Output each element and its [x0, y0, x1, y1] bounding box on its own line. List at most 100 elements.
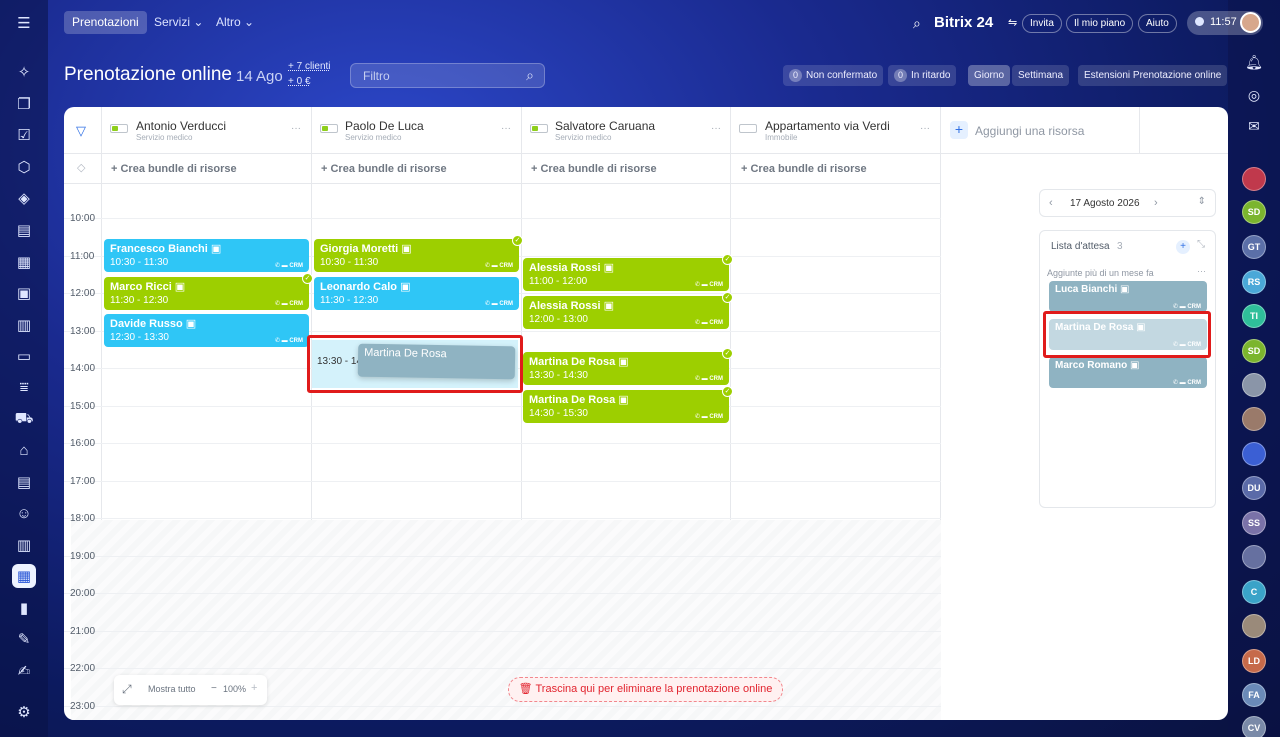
booking-calendar-icon[interactable]: ▦	[12, 564, 36, 588]
tasks-icon[interactable]: ☑	[12, 123, 36, 147]
delete-drop-zone[interactable]: 🗑︎ Trascina qui per eliminare la prenota…	[508, 677, 783, 702]
resource-name[interactable]: Appartamento via Verdi	[765, 119, 890, 133]
crm-icon[interactable]: ✆ ▬ CRM	[485, 300, 513, 307]
filter-funnel-icon[interactable]: ▽	[76, 123, 86, 139]
bell-icon[interactable]: 🔔︎	[1243, 51, 1265, 73]
create-bundle-button[interactable]: + Crea bundle di risorse	[111, 163, 237, 175]
filter-funnel-icon[interactable]: ⩸	[12, 375, 36, 399]
settings-sliders-icon[interactable]: ⇋	[1008, 16, 1017, 29]
more-icon[interactable]: ···	[920, 123, 930, 134]
help-button[interactable]: Aiuto	[1138, 14, 1177, 33]
avatar[interactable]	[1242, 442, 1266, 466]
avatar[interactable]	[1242, 373, 1266, 397]
booking-card[interactable]: Martina De Rosa ▣ 13:30 - 14:30 ✆ ▬ CRM	[523, 352, 729, 385]
crm-icon[interactable]: ⬡	[12, 155, 36, 179]
avatar[interactable]: SD	[1242, 200, 1266, 224]
more-icon[interactable]: ···	[291, 123, 301, 134]
resource-name[interactable]: Antonio Verducci	[136, 119, 226, 133]
robot-icon[interactable]: ☺	[12, 501, 36, 525]
expand-calendar-icon[interactable]: ⇕	[1198, 196, 1206, 207]
create-bundle-button[interactable]: + Crea bundle di risorse	[531, 163, 657, 175]
library-icon[interactable]: ▥	[12, 533, 36, 557]
booking-card[interactable]: Alessia Rossi ▣ 11:00 - 12:00 ✆ ▬ CRM	[523, 258, 729, 291]
avatar[interactable]: C	[1242, 580, 1266, 604]
create-bundle-button[interactable]: + Crea bundle di risorse	[741, 163, 867, 175]
file-icon[interactable]: ▥	[12, 313, 36, 337]
more-icon[interactable]: ···	[711, 123, 721, 134]
nav-altro[interactable]: Altro ⌄	[216, 11, 254, 34]
user-avatar[interactable]	[1240, 12, 1261, 33]
avatar[interactable]: FA	[1242, 683, 1266, 707]
avatar[interactable]: SS	[1242, 511, 1266, 535]
chat-icon[interactable]: ❐	[12, 92, 36, 116]
view-day-button[interactable]: Giorno	[968, 65, 1011, 86]
prev-day-icon[interactable]: ‹	[1049, 197, 1053, 209]
crm-icon[interactable]: ✆ ▬ CRM	[275, 300, 303, 307]
more-icon[interactable]: ···	[501, 123, 511, 134]
documents-icon[interactable]: ▤	[12, 218, 36, 242]
booking-card[interactable]: Giorgia Moretti ▣ 10:30 - 11:30 ✆ ▬ CRM	[314, 239, 519, 272]
resource-name[interactable]: Paolo De Luca	[345, 119, 424, 133]
cart-icon[interactable]: ⛟	[12, 407, 36, 431]
activity-icon[interactable]: ✧	[12, 60, 36, 84]
avatar[interactable]: SD	[1242, 339, 1266, 363]
add-icon[interactable]: +	[1176, 240, 1190, 254]
copilot-icon[interactable]: ◎	[1243, 84, 1265, 106]
view-week-button[interactable]: Settimana	[1012, 65, 1070, 86]
contact-card-icon[interactable]: ▤	[12, 470, 36, 494]
unconfirmed-filter[interactable]: 0 Non confermato	[783, 65, 884, 86]
avatar[interactable]: TI	[1242, 304, 1266, 328]
create-bundle-button[interactable]: + Crea bundle di risorse	[321, 163, 447, 175]
next-day-icon[interactable]: ›	[1154, 197, 1158, 209]
menu-icon[interactable]: ☰	[12, 11, 36, 35]
avatar[interactable]	[1242, 545, 1266, 569]
zoom-out-button[interactable]: −	[211, 683, 217, 694]
booking-card[interactable]: Marco Ricci ▣ 11:30 - 12:30 ✆ ▬ CRM	[104, 277, 309, 310]
expand-icon[interactable]: ⤢	[122, 682, 132, 697]
booking-card[interactable]: Martina De Rosa ▣ 14:30 - 15:30 ✆ ▬ CRM	[523, 390, 729, 423]
avatar[interactable]: LD	[1242, 649, 1266, 673]
filter-input[interactable]: Filtro ⌕	[350, 63, 545, 88]
avatar[interactable]: CV	[1242, 716, 1266, 737]
waitlist-item[interactable]: Marco Romano ▣ ✆ ▬ CRM	[1049, 357, 1207, 388]
edit-doc-icon[interactable]: ✎	[12, 627, 36, 651]
avatar[interactable]: RS	[1242, 270, 1266, 294]
my-plan-button[interactable]: Il mio piano	[1066, 14, 1134, 33]
add-icon[interactable]: +	[950, 121, 968, 139]
nav-prenotazioni[interactable]: Prenotazioni	[64, 11, 147, 34]
more-icon[interactable]: ···	[1197, 266, 1206, 276]
clients-count[interactable]: + 7 clienti	[288, 61, 331, 72]
store-icon[interactable]: ⌂	[12, 438, 36, 462]
booking-card[interactable]: Leonardo Calo ▣ 11:30 - 12:30 ✆ ▬ CRM	[314, 277, 519, 310]
drive-icon[interactable]: ▭	[12, 344, 36, 368]
zoom-in-button[interactable]: +	[251, 682, 257, 694]
clock-widget[interactable]: 11:57	[1187, 11, 1263, 35]
current-date[interactable]: 17 Agosto 2026	[1070, 198, 1140, 209]
settings-icon[interactable]: ⚙	[12, 700, 36, 724]
crm-icon[interactable]: ✆ ▬ CRM	[695, 319, 723, 326]
nav-servizi[interactable]: Servizi ⌄	[154, 11, 203, 34]
sign-icon[interactable]: ✍	[12, 659, 36, 683]
search-icon[interactable]: ⌕	[913, 15, 921, 32]
sites-icon[interactable]: ◈	[12, 186, 36, 210]
booking-card[interactable]: Davide Russo ▣ 12:30 - 13:30 ✆ ▬ CRM	[104, 314, 309, 347]
calendar-icon[interactable]: ▦	[12, 250, 36, 274]
extensions-button[interactable]: Estensioni Prenotazione online	[1078, 65, 1228, 86]
revenue-total[interactable]: + 0 €	[288, 76, 311, 87]
crm-icon[interactable]: ✆ ▬ CRM	[485, 262, 513, 269]
booking-card[interactable]: Francesco Bianchi ▣ 10:30 - 11:30 ✆ ▬ CR…	[104, 239, 309, 272]
show-all-button[interactable]: Mostra tutto	[148, 684, 196, 694]
late-filter[interactable]: 0 In ritardo	[888, 65, 957, 86]
crm-icon[interactable]: ✆ ▬ CRM	[695, 281, 723, 288]
crm-icon[interactable]: ✆ ▬ CRM	[695, 413, 723, 420]
crm-icon[interactable]: ✆ ▬ CRM	[275, 262, 303, 269]
avatar[interactable]	[1242, 614, 1266, 638]
presentation-icon[interactable]: ▣	[12, 281, 36, 305]
invite-button[interactable]: Invita	[1022, 14, 1062, 33]
resource-name[interactable]: Salvatore Caruana	[555, 119, 655, 133]
collapse-icon[interactable]: ⤡	[1197, 239, 1205, 250]
waitlist-item[interactable]: Luca Bianchi ▣ ✆ ▬ CRM	[1049, 281, 1207, 312]
avatar[interactable]: DU	[1242, 476, 1266, 500]
add-resource-button[interactable]: Aggiungi una risorsa	[975, 124, 1084, 138]
avatar[interactable]: GT	[1242, 235, 1266, 259]
